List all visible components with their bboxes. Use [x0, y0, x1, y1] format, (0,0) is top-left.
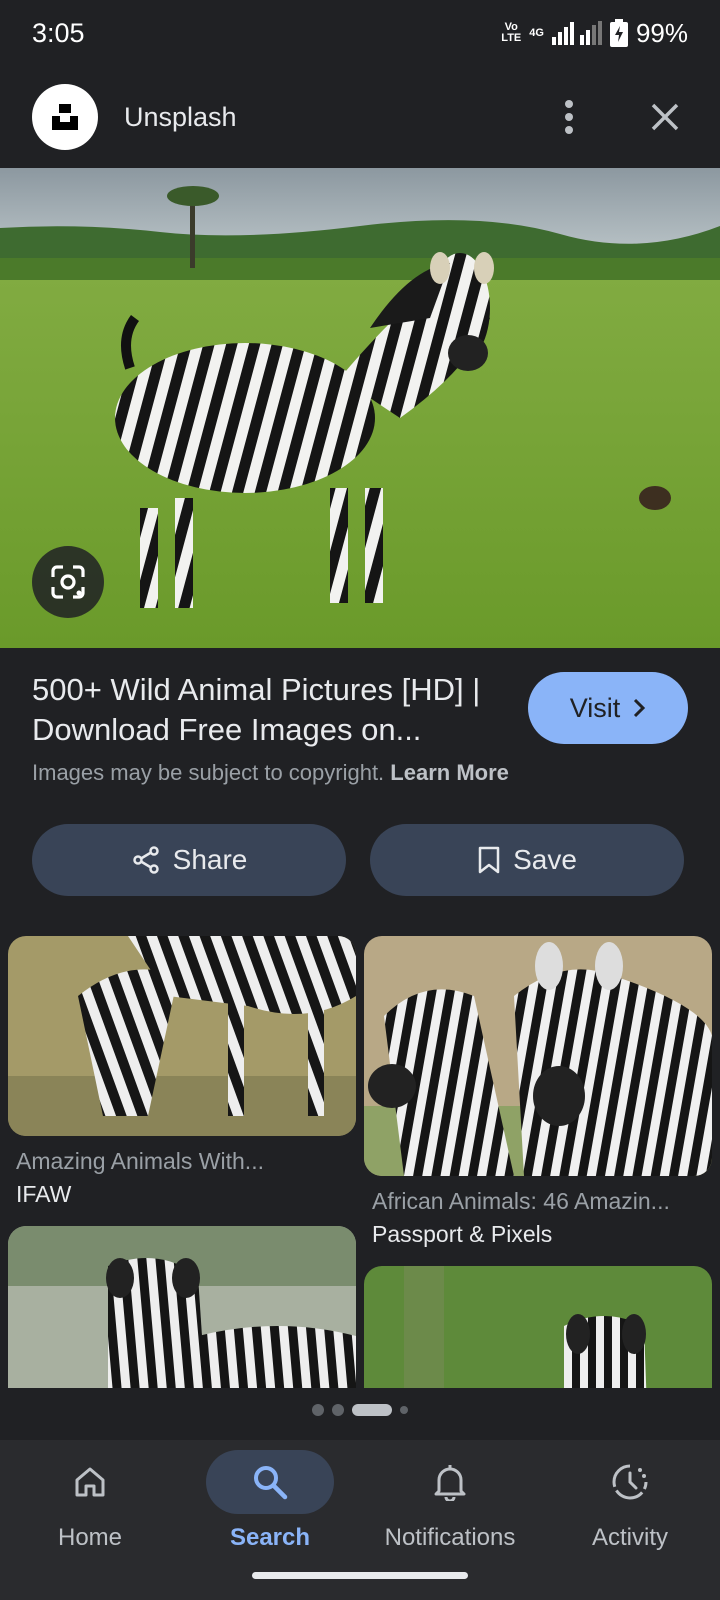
result-title[interactable]: 500+ Wild Animal Pictures [HD] | Downloa…	[32, 670, 502, 750]
search-icon	[254, 1466, 288, 1500]
gesture-handle[interactable]	[252, 1572, 468, 1579]
page-dot	[332, 1404, 344, 1416]
related-source: Passport & Pixels	[372, 1221, 553, 1247]
status-bar: 3:05 Vo LTE 4G 99%	[0, 0, 720, 66]
related-image[interactable]	[8, 936, 356, 1136]
nav-activity-label: Activity	[591, 1524, 668, 1551]
nav-notifications-label: Notifications	[384, 1524, 516, 1551]
related-title: Amazing Animals With...	[16, 1148, 264, 1174]
site-name[interactable]: Unsplash	[124, 102, 237, 133]
battery-percent: 99%	[635, 17, 688, 48]
share-icon	[132, 846, 159, 874]
related-image[interactable]	[364, 936, 712, 1176]
home-icon	[75, 1467, 105, 1497]
page-indicator	[0, 1404, 720, 1416]
result-title-block: 500+ Wild Animal Pictures [HD] | Downloa…	[32, 670, 502, 750]
source-header: Unsplash	[0, 66, 720, 168]
share-button[interactable]: Share	[32, 824, 346, 896]
chevron-right-icon	[634, 698, 646, 718]
related-title: African Animals: 46 Amazin...	[372, 1188, 670, 1214]
nav-home[interactable]: Home	[0, 1440, 180, 1600]
bell-icon	[434, 1465, 466, 1501]
related-source: IFAW	[16, 1181, 72, 1207]
related-image[interactable]	[364, 1266, 712, 1388]
bookmark-icon	[478, 846, 500, 874]
status-time: 3:05	[32, 17, 85, 48]
related-card[interactable]	[364, 1266, 712, 1388]
nav-home-label: Home	[57, 1524, 123, 1551]
google-lens-icon[interactable]	[32, 546, 104, 618]
share-label: Share	[172, 844, 248, 875]
copyright-text: Images may be subject to copyright.	[32, 760, 385, 785]
page-dot	[400, 1406, 408, 1414]
battery-charging-icon	[609, 19, 628, 47]
nav-search-label: Search	[229, 1524, 311, 1551]
related-images-grid: Amazing Animals With... IFAW African Ani…	[8, 936, 712, 1388]
related-card[interactable]: Amazing Animals With... IFAW	[8, 936, 356, 1208]
nav-activity[interactable]: Activity	[540, 1440, 720, 1600]
signal-icon	[551, 21, 602, 45]
unsplash-logo[interactable]	[32, 84, 98, 150]
close-icon[interactable]	[642, 94, 688, 140]
related-card[interactable]: African Animals: 46 Amazin... Passport &…	[364, 936, 712, 1248]
page-dot-active	[352, 1404, 392, 1416]
visit-label: Visit	[569, 692, 621, 723]
save-label: Save	[513, 844, 577, 875]
page-dot	[312, 1404, 324, 1416]
network-type: 4G	[529, 26, 544, 39]
volte-icon: Vo LTE	[501, 21, 522, 44]
main-image[interactable]	[0, 168, 720, 648]
save-button[interactable]: Save	[370, 824, 684, 896]
related-image[interactable]	[8, 1226, 356, 1388]
learn-more-link[interactable]: Learn More	[390, 760, 509, 785]
status-icons: Vo LTE 4G 99%	[501, 18, 688, 49]
more-options-icon[interactable]	[546, 94, 592, 140]
related-card[interactable]	[8, 1226, 356, 1388]
visit-button[interactable]: Visit	[528, 672, 688, 744]
action-row: Share Save	[32, 824, 684, 896]
activity-icon	[612, 1464, 648, 1500]
copyright-notice: Images may be subject to copyright. Lear…	[32, 760, 509, 786]
